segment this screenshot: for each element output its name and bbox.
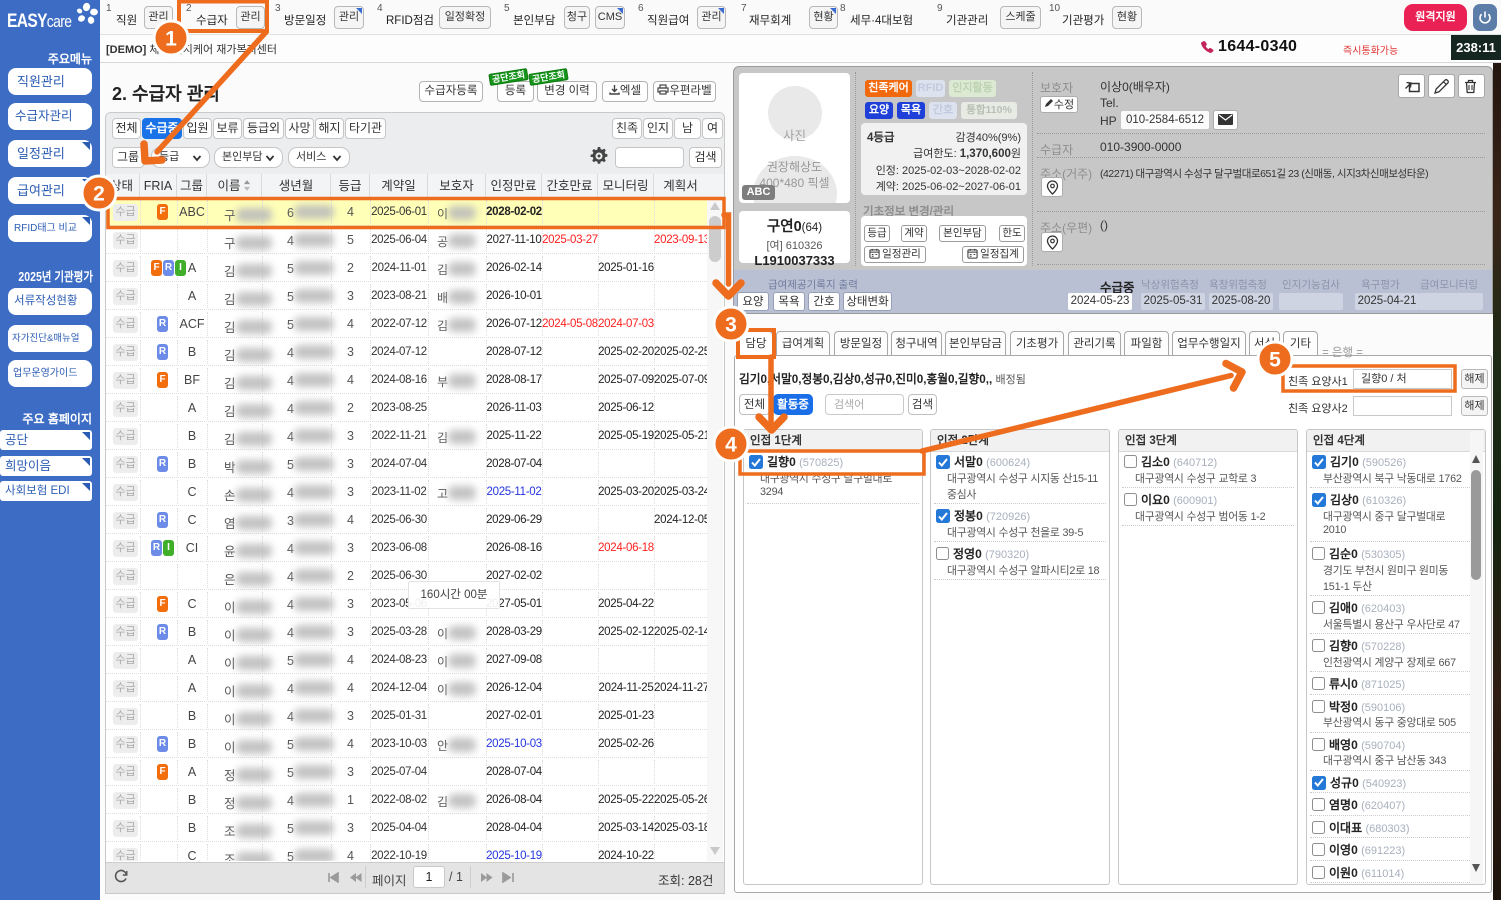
svg-text:3: 3 (725, 314, 737, 337)
